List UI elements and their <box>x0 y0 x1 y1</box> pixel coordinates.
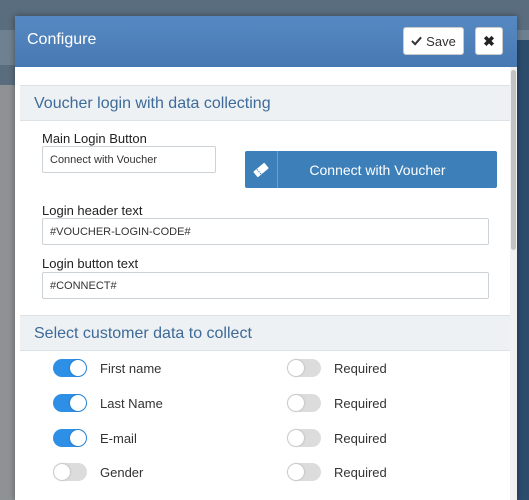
login-button-text-input[interactable]: #CONNECT# <box>42 272 489 299</box>
checkmark-icon <box>411 34 423 49</box>
first-name-required-label: Required <box>334 361 387 376</box>
email-collect-toggle[interactable] <box>53 429 87 447</box>
modal-header: Configure Save ✖ <box>15 16 517 67</box>
gender-required-label: Required <box>334 465 387 480</box>
first-name-collect-toggle[interactable] <box>53 359 87 377</box>
modal-title: Configure <box>27 31 97 48</box>
gender-label: Gender <box>100 465 144 480</box>
email-required-toggle[interactable] <box>287 429 321 447</box>
save-button[interactable]: Save <box>403 27 464 55</box>
email-required-label: Required <box>334 431 387 446</box>
ticket-icon <box>245 151 278 188</box>
close-icon: ✖ <box>483 32 495 49</box>
last-name-collect-toggle[interactable] <box>53 394 87 412</box>
login-header-text-input[interactable]: #VOUCHER-LOGIN-CODE# <box>42 218 489 245</box>
connect-with-voucher-preview-button[interactable]: Connect with Voucher <box>245 151 497 188</box>
last-name-required-toggle[interactable] <box>287 394 321 412</box>
modal-content: Voucher login with data collecting Main … <box>20 81 510 500</box>
email-label: E-mail <box>100 431 137 446</box>
gender-required-toggle[interactable] <box>287 463 321 481</box>
close-button[interactable]: ✖ <box>475 27 503 55</box>
save-button-label: Save <box>426 33 456 49</box>
main-login-button-input[interactable]: Connect with Voucher <box>42 146 216 173</box>
last-name-required-label: Required <box>334 396 387 411</box>
login-header-text-label: Login header text <box>42 203 143 218</box>
first-name-label: First name <box>100 361 162 376</box>
configure-modal: Configure Save ✖ Voucher login with data… <box>15 16 517 500</box>
first-name-required-toggle[interactable] <box>287 359 321 377</box>
main-login-button-label: Main Login Button <box>42 131 147 146</box>
customer-data-section-heading: Select customer data to collect <box>20 315 510 351</box>
connect-with-voucher-label: Connect with Voucher <box>309 161 446 178</box>
scrollbar-thumb[interactable] <box>511 70 516 250</box>
voucher-section-heading: Voucher login with data collecting <box>20 85 510 121</box>
login-button-text-label: Login button text <box>42 256 139 271</box>
gender-collect-toggle[interactable] <box>53 463 87 481</box>
last-name-label: Last Name <box>100 396 163 411</box>
